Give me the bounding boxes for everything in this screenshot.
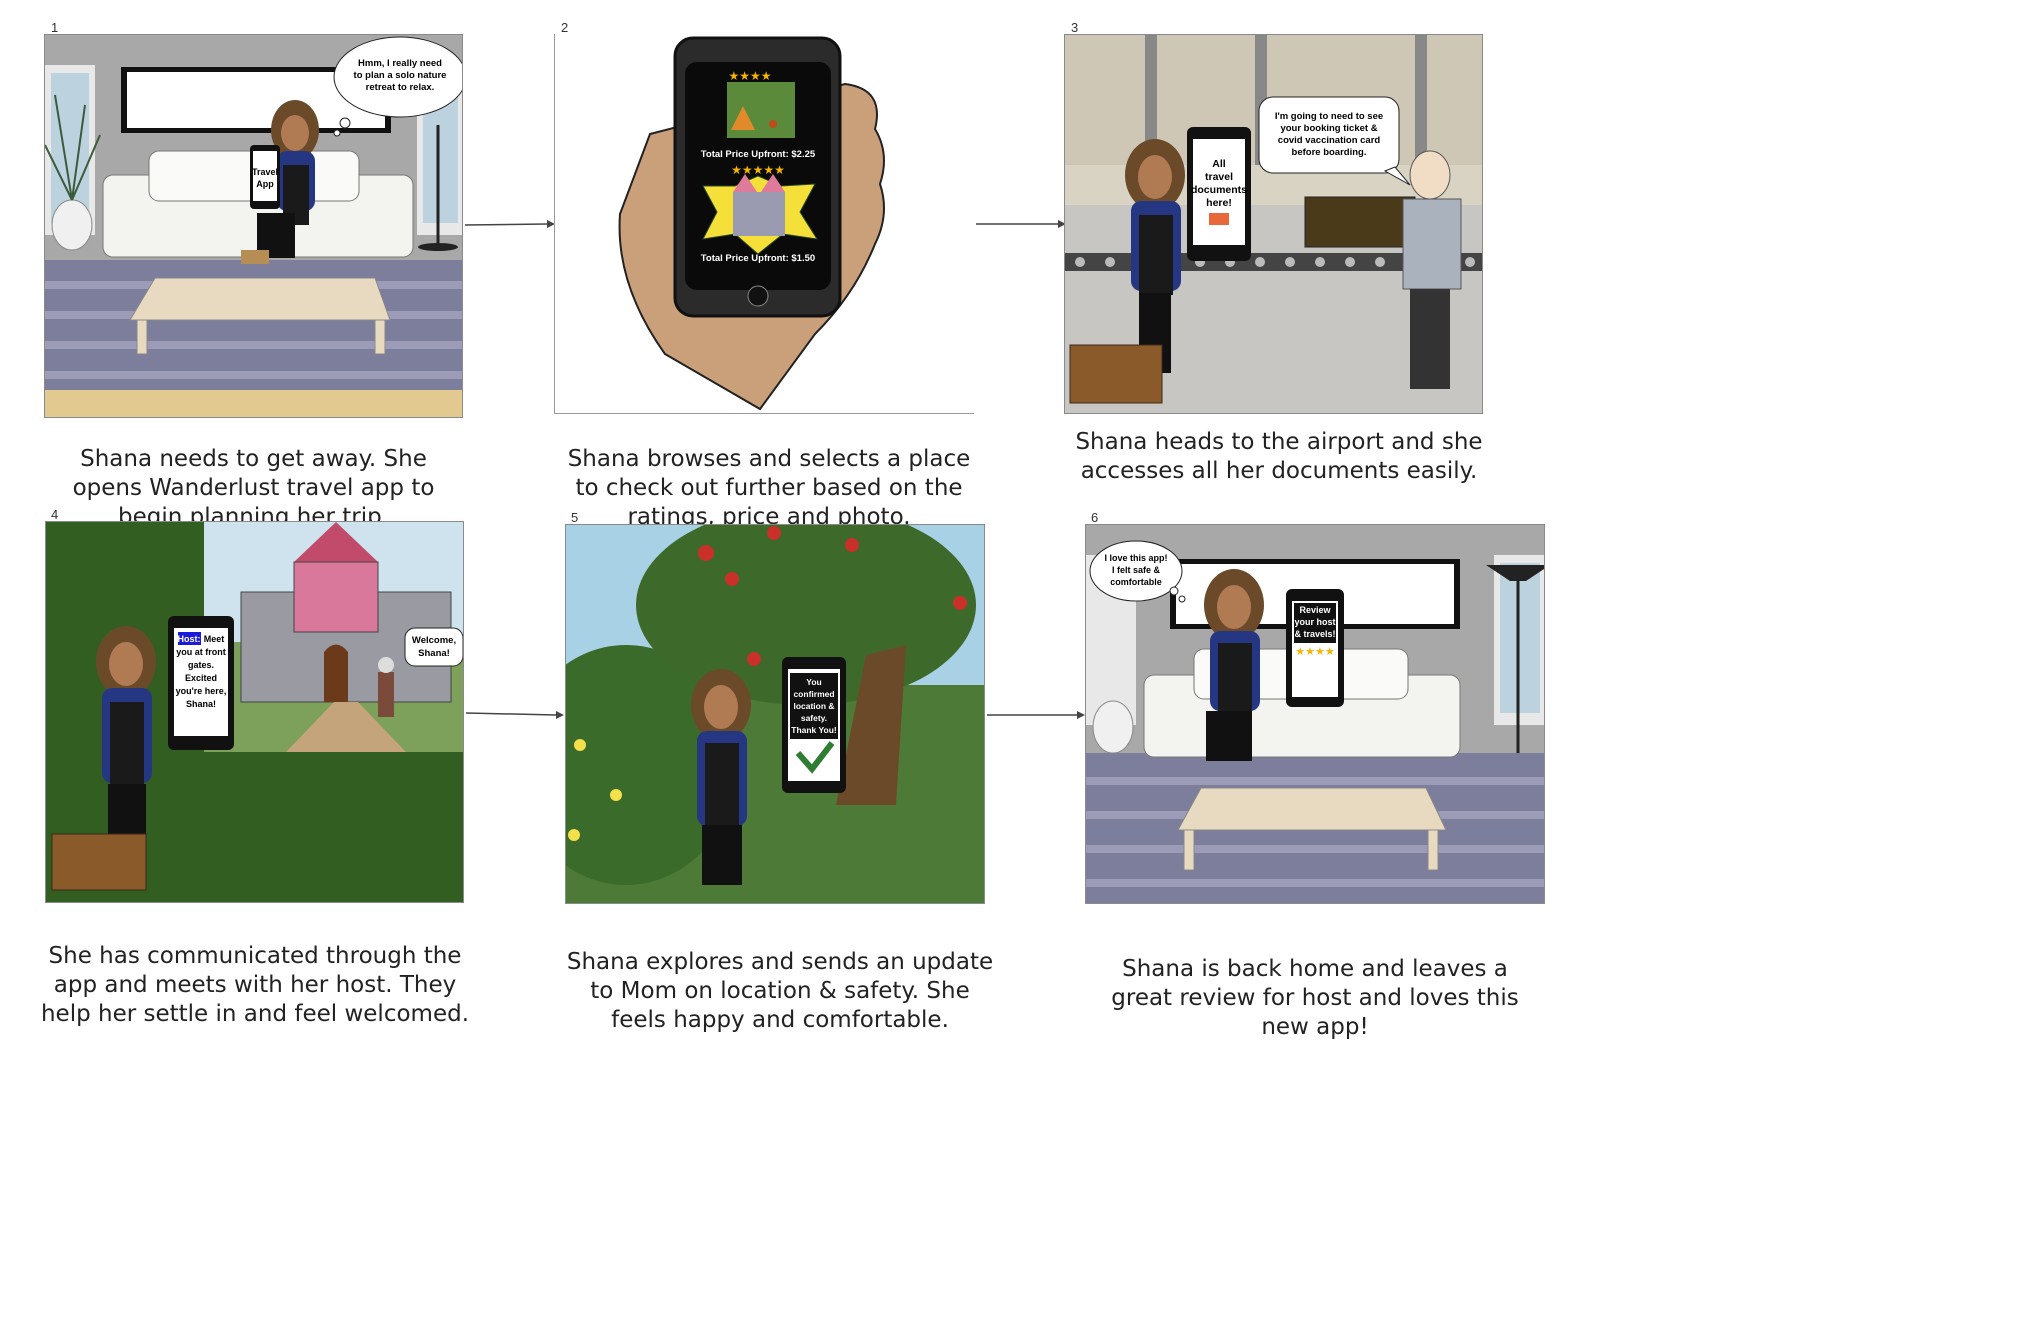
speech-line: Shana! — [418, 648, 450, 659]
speech-line: I'm going to need to see — [1275, 111, 1383, 122]
panel-number: 6 — [1091, 510, 1099, 525]
phone-text: travel — [1205, 171, 1233, 183]
phone-text: Shana! — [186, 699, 216, 709]
panel-number: 2 — [561, 20, 569, 35]
phone-text: Travel — [252, 167, 278, 177]
panel-number: 4 — [51, 507, 59, 522]
rating-stars: ★★★★★ — [731, 163, 785, 177]
speech-line: Hmm, I really need — [358, 58, 442, 69]
panel-6-scene: Review your host & travels! ★★★★ I love … — [1085, 524, 1545, 904]
panel-4-scene: Host: Meet you at front gates. Excited y… — [45, 521, 464, 903]
phone-text: You — [806, 677, 821, 687]
phone-text: your host — [1294, 617, 1335, 627]
speech-line: before boarding. — [1292, 147, 1367, 158]
phone-text: documents — [1191, 184, 1247, 196]
phone-text: you're here, — [176, 686, 227, 696]
rating-stars: ★★★★ — [728, 69, 771, 83]
phone-text: you at front — [176, 647, 226, 657]
phone-text: confirmed — [793, 689, 834, 699]
panel-caption: Shana heads to the airport and she acces… — [1075, 429, 1483, 484]
arrow-icon — [976, 220, 1066, 228]
panel-number: 3 — [1071, 20, 1079, 35]
panel-3-scene: All travel documents here! I'm going to … — [1064, 34, 1483, 414]
speech-line: your booking ticket & — [1280, 123, 1377, 134]
thought-line: comfortable — [1110, 577, 1162, 587]
folder-icon — [1209, 213, 1229, 225]
speech-line: to plan a solo nature — [354, 70, 447, 81]
phone-text: Excited — [185, 673, 217, 683]
speech-line: retreat to relax. — [366, 82, 435, 93]
phone-text: All — [1212, 158, 1226, 170]
speech-line: covid vaccination card — [1278, 135, 1381, 146]
thought-line: I felt safe & — [1112, 565, 1161, 575]
panel-caption: Shana is back home and leaves a great re… — [1111, 956, 1519, 1040]
panel-number: 1 — [51, 20, 59, 35]
panel-1-scene: Travel App Hmm, I really need to plan a … — [44, 34, 463, 418]
panel-number: 5 — [571, 510, 579, 525]
price-text: Total Price Upfront: $1.50 — [701, 253, 815, 264]
phone-text: & travels! — [1294, 629, 1335, 639]
panel-2-scene: ★★★★ Total Price Upfront: $2.25 ★★★★★ To… — [554, 34, 974, 414]
phone-text: here! — [1206, 197, 1232, 209]
phone-text: Review — [1299, 605, 1331, 615]
panel-5-scene: You confirmed location & safety. Thank Y… — [565, 524, 985, 904]
thought-line: I love this app! — [1104, 553, 1167, 563]
arrow-icon — [464, 220, 555, 228]
panel-caption: Shana browses and selects a place to che… — [567, 446, 971, 530]
phone-text: location & — [793, 701, 834, 711]
panel-caption: Shana explores and sends an update to Mo… — [566, 949, 994, 1033]
phone-text: Meet — [204, 634, 225, 644]
price-text: Total Price Upfront: $2.25 — [701, 149, 816, 160]
panel-caption: She has communicated through the app and… — [40, 943, 470, 1027]
rating-stars: ★★★★ — [1295, 646, 1335, 658]
panel-caption: Shana needs to get away. She opens Wande… — [72, 446, 435, 530]
phone-text: safety. — [801, 713, 827, 723]
phone-text: App — [256, 179, 274, 189]
arrow-icon — [465, 711, 564, 719]
phone-text: Thank You! — [791, 725, 837, 735]
phone-text: gates. — [188, 660, 214, 670]
speech-line: Welcome, — [412, 635, 456, 646]
arrow-icon — [987, 711, 1085, 719]
phone-highlight: Host: — [178, 634, 201, 644]
